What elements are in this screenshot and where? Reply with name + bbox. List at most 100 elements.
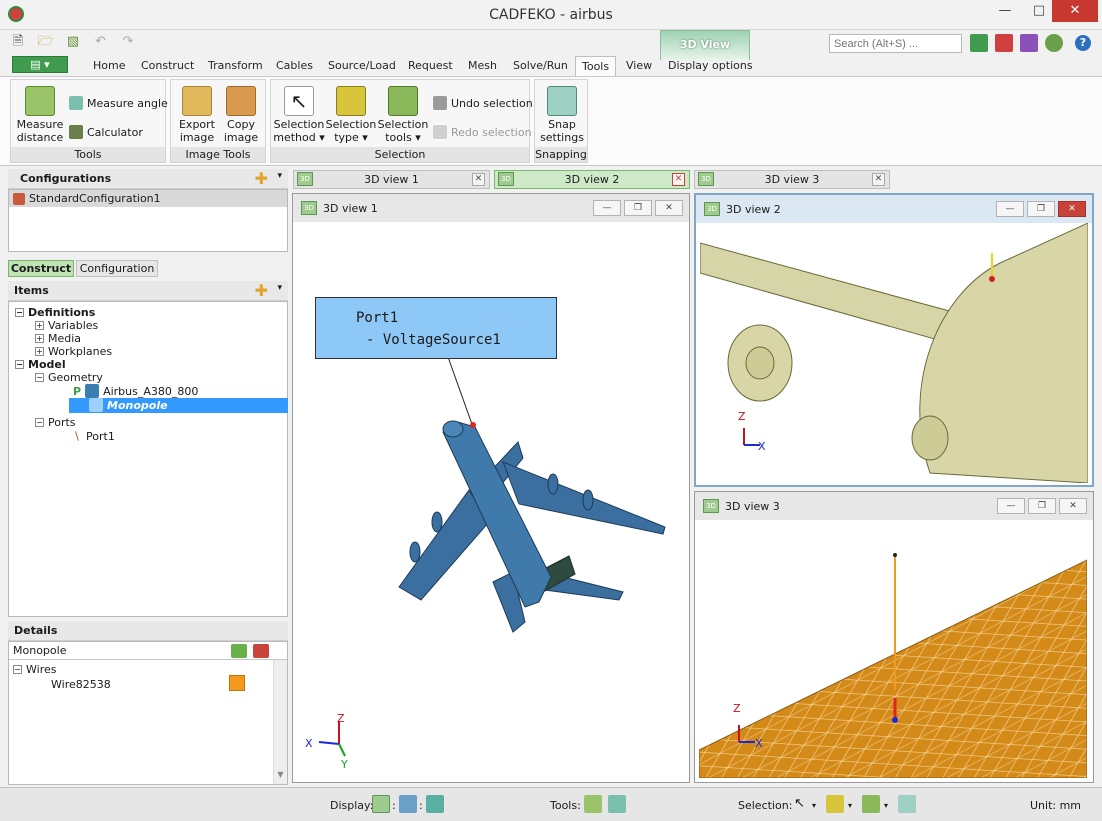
collapse-icon[interactable]: − xyxy=(13,665,22,674)
help-icon[interactable]: ? xyxy=(1075,35,1091,51)
dropdown-arrow-icon[interactable]: ▾ xyxy=(884,801,888,810)
tab-construct-panel[interactable]: Construct xyxy=(8,260,74,277)
dropdown-arrow-icon[interactable]: ▾ xyxy=(812,801,816,810)
collapse-icon[interactable]: − xyxy=(35,373,44,382)
cursor-arrow-icon[interactable]: ↖ xyxy=(794,796,805,811)
open-folder-icon[interactable]: 🗁 xyxy=(36,32,56,50)
tree-model[interactable]: − Model xyxy=(15,358,66,371)
save-icon[interactable]: ▧ xyxy=(63,34,83,52)
cadfeko-launch-icon[interactable] xyxy=(970,34,988,52)
maximize-button[interactable]: □ xyxy=(1022,0,1056,22)
selection-tools-button[interactable]: Selection tools ▾ xyxy=(377,86,429,144)
tree-workplanes[interactable]: + Workplanes xyxy=(35,345,112,358)
undo-icon[interactable]: ↶ xyxy=(91,34,111,52)
close-tab-icon[interactable]: ✕ xyxy=(472,173,485,186)
tree-monopole-selected[interactable]: Monopole xyxy=(69,398,288,413)
view-minimize-button[interactable]: — xyxy=(997,498,1025,514)
tree-variables[interactable]: + Variables xyxy=(35,319,98,332)
collapse-icon[interactable]: − xyxy=(15,308,24,317)
view-close-button[interactable]: ✕ xyxy=(655,200,683,216)
tab-request[interactable]: Request xyxy=(408,59,453,72)
measure-distance-icon[interactable] xyxy=(584,795,602,813)
selection-method-button[interactable]: ↖ Selection method ▾ xyxy=(273,86,325,144)
tab-solve-run[interactable]: Solve/Run xyxy=(513,59,568,72)
tree-geometry[interactable]: − Geometry xyxy=(35,371,103,384)
tab-view[interactable]: View xyxy=(626,59,652,72)
add-item-icon[interactable]: ✚ xyxy=(255,281,268,300)
measure-angle-icon[interactable] xyxy=(608,795,626,813)
tab-transform[interactable]: Transform xyxy=(208,59,263,72)
export-image-button[interactable]: Export image xyxy=(175,86,219,144)
close-tab-icon[interactable]: ✕ xyxy=(872,173,885,186)
snap-settings-icon[interactable] xyxy=(898,795,916,813)
add-configuration-icon[interactable]: ✚ xyxy=(255,169,268,188)
redo-selection-button[interactable]: Redo selection xyxy=(433,125,532,139)
calculator-button[interactable]: Calculator xyxy=(69,125,143,139)
tab-cables[interactable]: Cables xyxy=(276,59,313,72)
close-tab-icon[interactable]: ✕ xyxy=(672,173,685,186)
expand-icon[interactable]: + xyxy=(35,321,44,330)
copy-image-button[interactable]: Copy image xyxy=(219,86,263,144)
pin-green-icon[interactable] xyxy=(231,644,247,658)
tab-construct[interactable]: Construct xyxy=(141,59,194,72)
undo-selection-button[interactable]: Undo selection xyxy=(433,96,533,110)
view-close-button[interactable]: ✕ xyxy=(1058,201,1086,217)
cursor-arrow-icon: ↖ xyxy=(284,86,314,116)
selection-toolbox-icon[interactable] xyxy=(862,795,880,813)
wire-color-swatch[interactable] xyxy=(229,675,245,691)
tree-airbus-a380[interactable]: P Airbus_A380_800 xyxy=(73,384,198,398)
tree-ports[interactable]: − Ports xyxy=(35,416,76,429)
close-window-button[interactable]: ✕ xyxy=(1052,0,1098,22)
dropdown-arrow-icon[interactable]: ▾ xyxy=(848,801,852,810)
postfeko-launch-icon[interactable] xyxy=(995,34,1013,52)
minimize-button[interactable]: — xyxy=(988,0,1022,22)
items-panel: Items ✚ ▾ − Definitions + Variables + Media… xyxy=(8,281,288,617)
measure-distance-button[interactable]: Measure distance xyxy=(15,86,65,144)
expand-icon[interactable]: + xyxy=(35,334,44,343)
view-restore-button[interactable]: ❐ xyxy=(1027,201,1055,217)
doc-tab-3d-view-2[interactable]: 3D 3D view 2 ✕ xyxy=(494,170,690,189)
collapse-icon[interactable]: − xyxy=(15,360,24,369)
feko-tools-icon[interactable] xyxy=(1045,34,1063,52)
snap-settings-button[interactable]: Snap settings xyxy=(537,86,587,144)
view-close-button[interactable]: ✕ xyxy=(1059,498,1087,514)
tab-source-load[interactable]: Source/Load xyxy=(328,59,396,72)
parametric-icon: P xyxy=(73,385,82,398)
tree-media[interactable]: + Media xyxy=(35,332,81,345)
doc-tab-3d-view-3[interactable]: 3D 3D view 3 ✕ xyxy=(694,170,890,189)
search-input[interactable] xyxy=(829,34,962,53)
details-wires[interactable]: − Wires xyxy=(13,663,56,676)
doc-tab-3d-view-1[interactable]: 3D 3D view 1 ✕ xyxy=(293,170,490,189)
tab-home[interactable]: Home xyxy=(93,59,125,72)
pin-red-icon[interactable] xyxy=(253,644,269,658)
selection-type-button[interactable]: Selection type ▾ xyxy=(325,86,377,144)
dropdown-arrow-icon[interactable]: ▾ xyxy=(277,283,282,293)
list-item[interactable]: StandardConfiguration1 xyxy=(9,190,287,207)
view-restore-button[interactable]: ❐ xyxy=(1028,498,1056,514)
display-transparent-icon[interactable] xyxy=(399,795,417,813)
tab-mesh[interactable]: Mesh xyxy=(468,59,497,72)
details-wire-item[interactable]: Wire82538 xyxy=(51,678,111,691)
undo-selection-icon xyxy=(433,96,447,110)
cubes-icon[interactable] xyxy=(826,795,844,813)
display-wireframe-icon[interactable] xyxy=(426,795,444,813)
view-restore-button[interactable]: ❐ xyxy=(624,200,652,216)
editfeko-launch-icon[interactable] xyxy=(1020,34,1038,52)
dropdown-arrow-icon[interactable]: ▾ xyxy=(277,171,282,181)
new-file-icon[interactable]: 🗎 xyxy=(8,32,28,50)
plane-engine xyxy=(431,511,443,533)
tree-port1[interactable]: ∖ Port1 xyxy=(73,430,115,443)
expand-icon[interactable]: + xyxy=(35,347,44,356)
tree-definitions[interactable]: − Definitions xyxy=(15,306,95,319)
tab-configuration-panel[interactable]: Configuration xyxy=(76,260,158,277)
redo-icon[interactable]: ↷ xyxy=(118,34,138,52)
display-solid-icon[interactable] xyxy=(372,795,390,813)
measure-angle-button[interactable]: Measure angle xyxy=(69,96,168,110)
tab-tools[interactable]: Tools xyxy=(575,56,617,77)
tab-display-options[interactable]: Display options xyxy=(668,59,753,72)
view-minimize-button[interactable]: — xyxy=(996,201,1024,217)
details-scrollbar[interactable]: ▼ xyxy=(273,660,287,784)
scroll-down-arrow-icon[interactable]: ▼ xyxy=(274,770,287,779)
collapse-icon[interactable]: − xyxy=(35,418,44,427)
view-minimize-button[interactable]: — xyxy=(593,200,621,216)
